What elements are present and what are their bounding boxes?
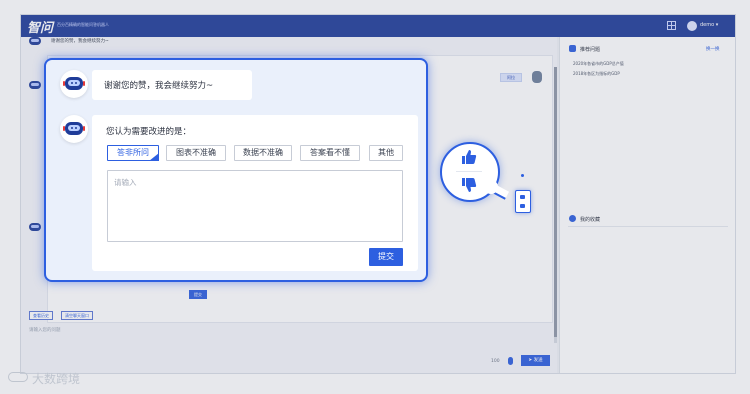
submit-button[interactable]: 提交 (369, 248, 403, 266)
option-irrelevant[interactable]: 答非所问 (107, 145, 159, 161)
watermark-logo-icon (8, 372, 28, 382)
option-label: 答非所问 (117, 148, 149, 157)
feedback-textarea[interactable]: 请输入 (107, 170, 403, 242)
improvement-question: 您认为需要改进的是： (106, 127, 192, 137)
feedback-dialog: 谢谢您的赞，我会继续努力~ 您认为需要改进的是： 答非所问 图表不准确 数据不准… (44, 58, 428, 282)
option-data-inaccurate[interactable]: 数据不准确 (234, 145, 292, 161)
robot-avatar (60, 115, 88, 143)
improvement-card: 您认为需要改进的是： 答非所问 图表不准确 数据不准确 答案看不懂 其他 请输入… (92, 115, 418, 271)
option-chart-inaccurate[interactable]: 图表不准确 (166, 145, 226, 161)
thumbs-down-icon[interactable] (520, 204, 525, 208)
check-icon (149, 153, 159, 161)
robot-face (68, 80, 80, 86)
thanks-bubble: 谢谢您的赞，我会继续努力~ (92, 70, 252, 100)
divider (456, 171, 482, 172)
more-dot-icon (521, 174, 524, 177)
robot-avatar (60, 70, 88, 98)
option-hard-to-understand[interactable]: 答案看不懂 (300, 145, 360, 161)
thumbs-up-icon[interactable] (520, 195, 525, 199)
callout-tail-mask (484, 180, 498, 194)
thumbs-up-icon[interactable] (461, 149, 477, 165)
thumbs-down-icon[interactable] (461, 177, 477, 193)
robot-face (68, 125, 80, 131)
watermark-text: 大数跨境 (32, 372, 81, 386)
robot-ear (83, 126, 85, 131)
robot-icon (65, 122, 83, 135)
option-other[interactable]: 其他 (369, 145, 403, 161)
robot-icon (65, 77, 83, 90)
robot-ear (83, 81, 85, 86)
inline-feedback-buttons (515, 190, 531, 213)
